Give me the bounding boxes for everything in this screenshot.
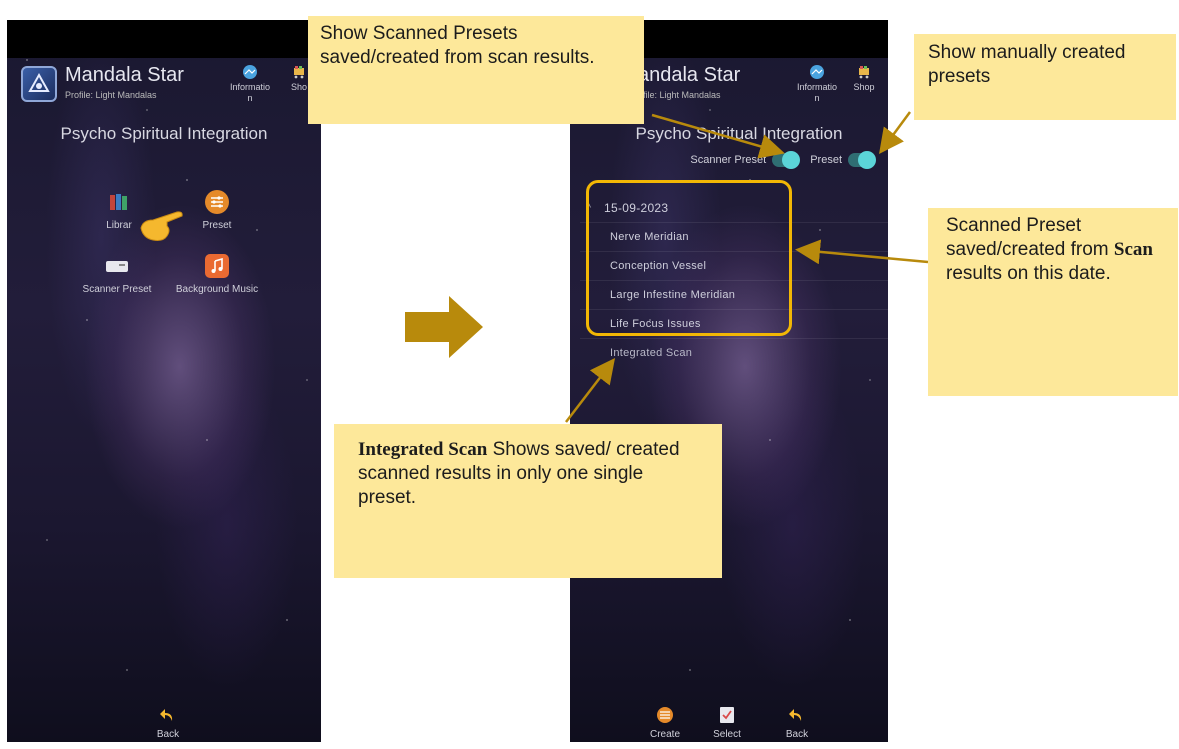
back-label: Back [156,729,180,740]
note-scanned-presets: Show Scanned Presets saved/created from … [308,16,644,124]
note-bold-text: Scan [1113,239,1153,260]
sliders-icon [205,190,229,214]
profile-label: Profile: Light Mandalas [65,90,157,100]
note-bold-text: Integrated Scan [358,439,488,460]
status-bar [7,20,321,58]
scanned-group-highlight [586,180,792,336]
books-icon [107,190,131,214]
library-label: Librar [106,220,132,231]
scanner-icon [105,254,129,278]
create-label: Create [649,729,680,740]
select-button[interactable]: Select [702,705,752,740]
integrated-scan-item[interactable]: Integrated Scan [580,339,888,367]
select-label: Select [713,729,741,740]
app-header: Mandala Star Profile: Light Mandalas Inf… [7,58,321,118]
note-manual-presets: Show manually created presets [914,34,1176,120]
section-title: Psycho Spiritual Integration [635,124,843,143]
note-integrated-scan: Integrated Scan Shows saved/ created sca… [334,424,722,578]
info-globe-icon [243,65,257,79]
note-text: results on this date. [946,263,1111,284]
back-button[interactable]: Back [772,705,822,740]
pointing-hand-icon [137,206,187,251]
information-label: Informatio n [229,82,271,103]
scanner-preset-toggle[interactable] [772,151,801,169]
shop-cart-icon [294,66,304,79]
section-title: Psycho Spiritual Integration [60,124,268,143]
music-note-icon [205,254,229,278]
app-title: andala Star [638,64,741,86]
background-music-label: Background Music [175,284,259,295]
information-button[interactable]: Informatio n [796,64,838,104]
shop-cart-icon [859,66,869,79]
preset-toggle[interactable] [848,151,876,169]
profile-label: ofile: Light Mandalas [638,90,721,100]
app-logo-icon[interactable] [21,66,57,102]
preset-toggles: Scanner Preset Preset [690,151,876,169]
preset-toggle-label: Preset [810,154,842,166]
shop-label: Shop [853,82,875,92]
back-label: Back [785,729,809,740]
back-button[interactable]: Back [143,705,193,740]
right-phone-screen: andala Star ofile: Light Mandalas Inform… [570,20,888,742]
back-arrow-icon [160,709,173,721]
note-text: Scanned Preset saved/created from [946,215,1114,260]
note-scanned-preset-date: Scanned Preset saved/created from Scan r… [928,208,1178,396]
preset-label: Preset [202,220,232,231]
preset-menu-item[interactable]: Preset [193,190,241,231]
shop-label: Sho [290,82,307,92]
scanner-preset-menu-item[interactable]: Scanner Preset [75,254,159,295]
create-icon [657,707,673,723]
app-title: Mandala Star [65,64,184,86]
select-icon [720,707,734,723]
scanner-preset-label: Scanner Preset [82,284,152,295]
information-label: Informatio n [796,82,838,103]
scanner-preset-toggle-label: Scanner Preset [690,154,767,166]
back-arrow-icon [789,709,802,721]
information-button[interactable]: Informatio n [229,64,271,104]
background-music-menu-item[interactable]: Background Music [165,254,269,295]
shop-button[interactable]: Shop [846,64,882,93]
create-button[interactable]: Create [640,705,690,740]
transition-arrow-icon [405,296,483,363]
info-globe-icon [810,65,824,79]
left-phone-screen: Mandala Star Profile: Light Mandalas Inf… [7,20,321,742]
